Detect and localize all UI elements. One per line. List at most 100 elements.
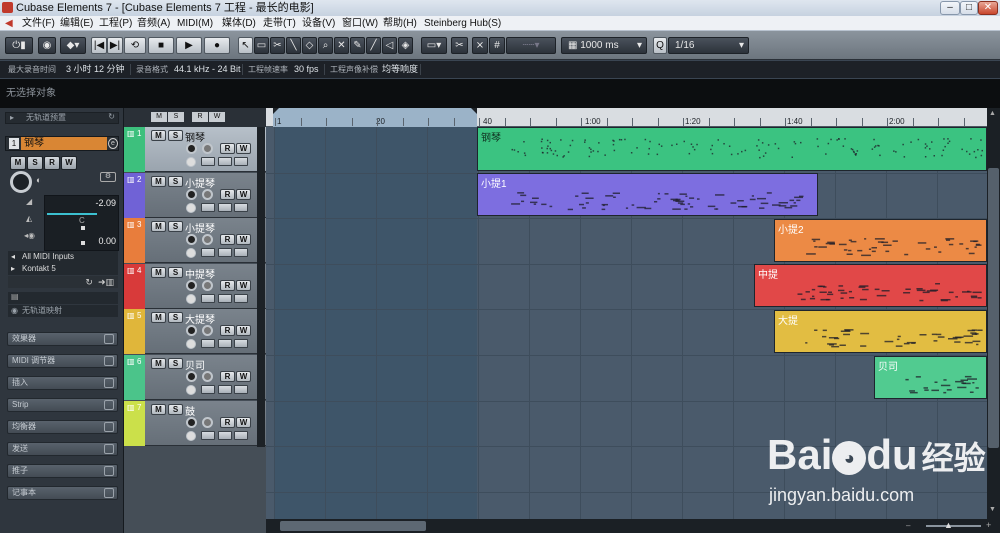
track-mute-button[interactable]: M xyxy=(151,175,166,187)
track-write-button[interactable]: W xyxy=(236,325,251,337)
autoscroll-button[interactable]: ▭▾ xyxy=(421,37,447,54)
global-read-button[interactable]: R xyxy=(192,112,208,122)
track-monitor-button[interactable] xyxy=(202,234,213,246)
quantize-select[interactable]: 1/16 ▾ xyxy=(668,37,749,54)
track-timebase-icon[interactable] xyxy=(234,248,248,258)
track-color-strip[interactable]: ▥ 6 xyxy=(124,355,145,400)
program-row[interactable]: ◉ 无轨道映射 xyxy=(8,305,118,317)
edit-instrument-icon[interactable]: e xyxy=(108,138,118,149)
section-fader[interactable]: 推子 xyxy=(7,464,118,478)
midi-input-select[interactable]: ◂ All MIDI Inputs xyxy=(8,251,118,263)
midi-part[interactable]: 大提 xyxy=(774,310,987,353)
track-row[interactable]: ▥ 3 M S 小提琴 R W xyxy=(124,218,266,264)
section-notepad[interactable]: 记事本 xyxy=(7,486,118,500)
track-lanes-icon[interactable] xyxy=(201,248,215,258)
zoom-in-icon[interactable]: + xyxy=(986,520,996,530)
snap-on-off-icon[interactable]: ⨯ xyxy=(472,37,488,54)
grid-type-icon[interactable]: # xyxy=(489,37,505,54)
track-color-strip[interactable]: ▥ 7 xyxy=(124,400,145,446)
track-row[interactable]: ▥ 1 M S 钢琴 R W xyxy=(124,127,266,172)
track-read-button[interactable]: R xyxy=(220,188,235,200)
midi-output-select[interactable]: ▸ Kontakt 5 xyxy=(8,263,118,275)
track-monitor-button[interactable] xyxy=(202,325,213,337)
play-button[interactable]: ▶ xyxy=(176,37,202,54)
automation-mode-button[interactable]: ◆▾ xyxy=(60,37,86,54)
track-color-strip[interactable]: ▥ 4 xyxy=(124,263,145,309)
track-freeze-icon[interactable] xyxy=(218,248,232,258)
timebase-select[interactable]: ▦ 1000 ms ▾ xyxy=(561,37,647,54)
speaker-tool-icon[interactable]: ◁ xyxy=(382,37,397,54)
midi-part[interactable]: 贝司 xyxy=(874,356,987,399)
menu-media[interactable]: 媒体(D) xyxy=(222,16,256,31)
activate-project-button[interactable]: ⏻▮ xyxy=(5,37,33,54)
goto-start-button[interactable]: |◀ xyxy=(91,37,107,54)
track-read-button[interactable]: R xyxy=(220,143,235,154)
maximize-button[interactable]: □ xyxy=(960,1,978,15)
track-read-button[interactable]: R xyxy=(220,234,235,246)
track-lanes-icon[interactable] xyxy=(201,339,215,349)
track-write-button[interactable]: W xyxy=(236,188,251,200)
global-solo-button[interactable]: S xyxy=(168,112,184,122)
menu-file[interactable]: 文件(F) xyxy=(22,16,55,31)
section-strip[interactable]: Strip xyxy=(7,398,118,412)
volume-fader[interactable] xyxy=(47,213,97,215)
inspector-track-name-row[interactable]: 1 钢琴 e xyxy=(5,136,119,151)
track-monitor-button[interactable] xyxy=(202,371,213,382)
track-color-strip[interactable]: ▥ 1 xyxy=(124,127,145,172)
track-freeze-icon[interactable] xyxy=(218,339,232,349)
right-locator-icon[interactable] xyxy=(471,108,477,114)
track-name[interactable]: 钢琴 xyxy=(185,129,205,144)
track-freeze-icon[interactable] xyxy=(218,157,232,166)
section-eq[interactable]: 均衡器 xyxy=(7,420,118,434)
menu-audio[interactable]: 音频(A) xyxy=(137,16,170,31)
track-name[interactable]: 贝司 xyxy=(185,357,205,372)
section-inserts[interactable]: 插入 xyxy=(7,376,118,390)
color-tool-icon[interactable]: ◈ xyxy=(398,37,413,54)
track-name[interactable]: 鼓 xyxy=(185,403,195,418)
track-lanes-icon[interactable] xyxy=(201,202,215,212)
track-write-button[interactable]: W xyxy=(236,143,251,154)
write-button[interactable]: W xyxy=(61,156,77,170)
track-timebase-icon[interactable] xyxy=(234,430,248,440)
volume-value[interactable]: -2.09 xyxy=(95,198,116,208)
stop-button[interactable]: ■ xyxy=(148,37,174,54)
erase-tool-icon[interactable]: ◇ xyxy=(302,37,317,54)
delay-value[interactable]: 0.00 xyxy=(98,236,116,246)
track-record-button[interactable] xyxy=(186,234,197,246)
track-record-button[interactable] xyxy=(186,371,197,382)
track-row[interactable]: ▥ 6 M S 贝司 R W xyxy=(124,355,266,400)
track-row[interactable]: ▥ 7 M S 鼓 R W xyxy=(124,400,266,446)
horizontal-scrollbar[interactable]: – ▲ + xyxy=(266,519,1000,533)
track-timebase-icon[interactable] xyxy=(234,339,248,349)
track-monitor-button[interactable] xyxy=(202,279,213,291)
track-monitor-button[interactable] xyxy=(202,188,213,200)
track-edit-icon[interactable] xyxy=(186,339,196,350)
track-name[interactable]: 小提琴 xyxy=(185,175,215,190)
track-write-button[interactable]: W xyxy=(236,279,251,291)
track-edit-icon[interactable] xyxy=(186,430,196,441)
track-name[interactable]: 中提琴 xyxy=(185,266,215,281)
track-monitor-button[interactable] xyxy=(202,416,213,428)
track-row[interactable]: ▥ 2 M S 小提琴 R W xyxy=(124,172,266,218)
track-color-strip[interactable]: ▥ 2 xyxy=(124,172,145,218)
track-monitor-button[interactable] xyxy=(202,143,213,154)
track-preset-header[interactable]: ▸ 无轨道预置 ↻ xyxy=(5,112,119,124)
track-solo-button[interactable]: S xyxy=(168,312,183,324)
track-read-button[interactable]: R xyxy=(220,371,235,382)
track-row[interactable]: ▥ 5 M S 大提琴 R W xyxy=(124,309,266,355)
track-mute-button[interactable]: M xyxy=(151,130,166,141)
close-button[interactable]: ✕ xyxy=(978,1,998,15)
midi-part[interactable]: 钢琴 xyxy=(477,127,987,171)
zoom-out-icon[interactable]: – xyxy=(906,521,920,531)
track-edit-icon[interactable] xyxy=(186,385,196,395)
track-solo-button[interactable]: S xyxy=(168,403,183,415)
track-freeze-icon[interactable] xyxy=(218,430,232,440)
track-record-button[interactable] xyxy=(186,325,197,337)
track-write-button[interactable]: W xyxy=(236,416,251,428)
timeline-ruler[interactable]: 1 20 40 1:00 1:20 1:40 2:00 xyxy=(266,108,1000,127)
minimize-button[interactable]: – xyxy=(940,1,960,15)
track-edit-icon[interactable] xyxy=(186,248,196,259)
track-lanes-icon[interactable] xyxy=(201,293,215,303)
menu-steinberg-hub[interactable]: Steinberg Hub(S) xyxy=(424,16,501,31)
menu-transport[interactable]: 走带(T) xyxy=(263,16,296,31)
